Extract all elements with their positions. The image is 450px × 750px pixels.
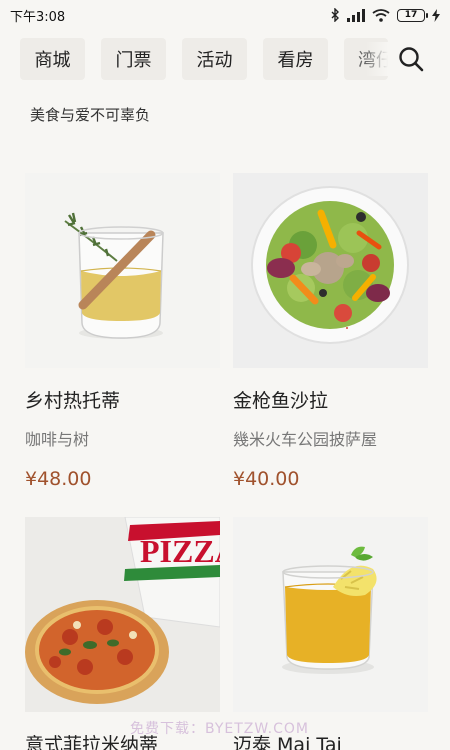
product-shop: 幾米火车公园披萨屋	[233, 430, 378, 449]
category-nav: 商城 门票 活动 看房 湾仔	[0, 36, 450, 82]
product-image	[233, 173, 428, 368]
product-card[interactable]: 迈泰 Mai Tai	[233, 517, 428, 750]
watermark-text: 免费下载：BYETZW.COM	[130, 721, 309, 737]
product-image	[233, 517, 428, 712]
wifi-icon	[372, 8, 390, 22]
product-price: ¥40.00	[233, 468, 300, 490]
product-price: ¥48.00	[25, 468, 92, 490]
product-card[interactable]: 乡村热托蒂 咖啡与树 ¥48.00	[25, 173, 220, 490]
search-icon	[399, 47, 424, 72]
search-button[interactable]	[366, 42, 434, 76]
charging-icon	[432, 8, 440, 22]
status-time: 下午3:08	[10, 9, 66, 25]
product-image	[25, 173, 220, 368]
product-shop: 咖啡与树	[25, 430, 90, 449]
product-image: PIZZA	[25, 517, 220, 712]
status-bar: 下午3:08 17	[0, 0, 450, 30]
tab-housing[interactable]: 看房	[263, 38, 328, 80]
tab-tickets[interactable]: 门票	[101, 38, 166, 80]
product-card[interactable]: 金枪鱼沙拉 幾米火车公园披萨屋 ¥40.00	[233, 173, 428, 490]
section-tagline: 美食与爱不可辜负	[30, 106, 151, 124]
product-title: 乡村热托蒂	[25, 390, 121, 412]
tab-mall[interactable]: 商城	[20, 38, 85, 80]
product-card[interactable]: PIZZA 意式菲拉米纳蒂	[25, 517, 220, 750]
signal-icon	[347, 8, 365, 22]
battery-level: 17	[404, 10, 418, 20]
tab-events[interactable]: 活动	[182, 38, 247, 80]
pizza-box-text: PIZZA	[140, 533, 220, 569]
bluetooth-icon	[331, 8, 339, 22]
battery-icon: 17	[397, 8, 428, 22]
status-icons: 17	[331, 8, 440, 22]
product-title: 金枪鱼沙拉	[233, 390, 329, 412]
